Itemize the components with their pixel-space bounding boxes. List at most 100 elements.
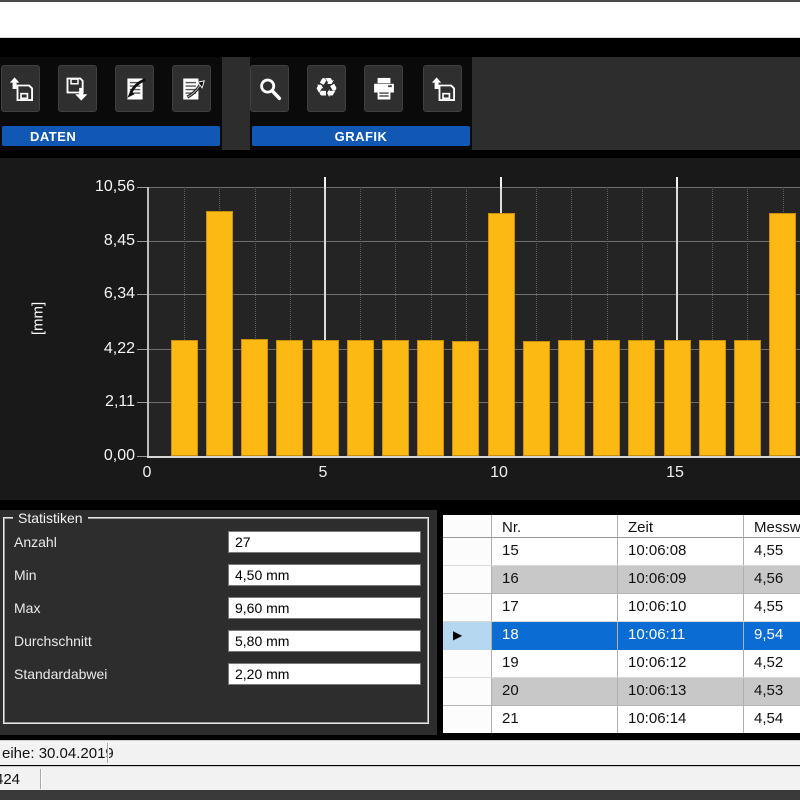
horizontal-gridline: [149, 187, 800, 188]
horizontal-gridline: [149, 241, 800, 242]
import-data-button[interactable]: [115, 65, 154, 112]
statistics-groupbox-title: Statistiken: [13, 510, 88, 526]
cell-zeit[interactable]: 10:06:12: [618, 650, 744, 677]
statistics-panel: Statistiken Anzahl27Min4,50 mmMax9,60 mm…: [0, 510, 437, 735]
stat-field-standardabwei[interactable]: 2,20 mm: [228, 663, 421, 685]
cell-nr[interactable]: 21: [492, 706, 618, 733]
window-bottom-edge: [0, 790, 800, 800]
recycle-icon: ♻: [314, 75, 338, 102]
cell-messwert[interactable]: 4,55: [744, 538, 800, 565]
stat-field-min[interactable]: 4,50 mm: [228, 564, 421, 586]
cell-messwert[interactable]: 4,52: [744, 650, 800, 677]
cell-messwert[interactable]: 4,55: [744, 594, 800, 621]
bar: [558, 340, 585, 456]
cell-messwert[interactable]: 4,53: [744, 678, 800, 705]
save-data-button[interactable]: [58, 65, 97, 112]
bar: [488, 213, 515, 456]
horizontal-gridline: [149, 294, 800, 295]
statusbar-messreihe-text: eihe: 30.04.2019: [2, 745, 114, 762]
table-row[interactable]: 1710:06:104,55: [443, 594, 800, 622]
cell-nr[interactable]: 18: [492, 622, 618, 650]
cell-zeit[interactable]: 10:06:13: [618, 678, 744, 705]
cell-nr[interactable]: 20: [492, 678, 618, 705]
export-data-button[interactable]: [172, 65, 211, 112]
row-selector-cell[interactable]: [443, 538, 492, 565]
x-axis-major-tick: [324, 177, 326, 187]
table-row[interactable]: 1910:06:124,52: [443, 650, 800, 678]
y-tick-label: 8,45: [58, 232, 135, 250]
cell-zeit[interactable]: 10:06:10: [618, 594, 744, 621]
column-header-nr[interactable]: Nr.: [492, 515, 618, 537]
stat-label-standardabwei: Standardabwei: [14, 666, 107, 682]
bar: [382, 340, 409, 456]
row-selector-cell[interactable]: [443, 594, 492, 621]
bar: [312, 340, 339, 456]
table-row[interactable]: 1610:06:094,56: [443, 566, 800, 594]
bar: [699, 340, 726, 456]
x-axis-major-tick: [500, 177, 502, 187]
y-axis-tick: [137, 241, 147, 242]
statusbar-separator: [107, 743, 109, 763]
x-tick-label: 0: [125, 464, 169, 482]
table-row[interactable]: 1510:06:084,55: [443, 538, 800, 566]
export-document-icon: [178, 75, 206, 103]
bar: [206, 211, 233, 456]
chart-panel: [mm] 0,002,114,226,348,4510,56 051015: [0, 158, 800, 500]
y-tick-label: 2,11: [58, 393, 135, 411]
column-header-zeit[interactable]: Zeit: [618, 515, 744, 537]
import-document-icon: [121, 75, 149, 103]
x-tick-label: 5: [301, 464, 345, 482]
bar-chart-plot-area: [147, 187, 800, 456]
table-row[interactable]: 2010:06:134,53: [443, 678, 800, 706]
table-header-row: Nr.ZeitMesswert: [443, 515, 800, 538]
table-row[interactable]: ▶1810:06:119,54: [443, 622, 800, 650]
bar: [276, 340, 303, 456]
cell-nr[interactable]: 15: [492, 538, 618, 565]
cell-nr[interactable]: 16: [492, 566, 618, 593]
cell-zeit[interactable]: 10:06:11: [618, 622, 744, 650]
statusbar-count-text: 424: [0, 771, 20, 788]
save-file-icon: [64, 75, 92, 103]
current-row-marker[interactable]: ▶: [443, 622, 492, 650]
cell-nr[interactable]: 17: [492, 594, 618, 621]
y-tick-label: 10,56: [58, 178, 135, 196]
cell-zeit[interactable]: 10:06:14: [618, 706, 744, 733]
bar: [347, 340, 374, 456]
row-selector-cell[interactable]: [443, 650, 492, 677]
row-selector-cell[interactable]: [443, 706, 492, 733]
print-button[interactable]: [364, 65, 403, 112]
cell-messwert[interactable]: 9,54: [744, 622, 800, 650]
y-tick-label: 6,34: [58, 285, 135, 303]
row-selector-cell[interactable]: [443, 678, 492, 705]
column-header-messwert[interactable]: Messwert: [744, 515, 800, 537]
toolbar-group-grafik: ♻: [250, 57, 472, 150]
y-tick-label: 4,22: [58, 340, 135, 358]
measurement-table-panel: Nr.ZeitMesswert1510:06:084,551610:06:094…: [437, 510, 800, 735]
export-graphic-button[interactable]: [423, 65, 462, 112]
stat-label-min: Min: [14, 567, 37, 583]
y-axis-tick: [137, 187, 147, 188]
cell-zeit[interactable]: 10:06:09: [618, 566, 744, 593]
cell-zeit[interactable]: 10:06:08: [618, 538, 744, 565]
stat-label-durchschnitt: Durchschnitt: [14, 633, 92, 649]
cell-messwert[interactable]: 4,54: [744, 706, 800, 733]
cell-nr[interactable]: 19: [492, 650, 618, 677]
bar: [523, 341, 550, 456]
stat-field-max[interactable]: 9,60 mm: [228, 597, 421, 619]
toolbar-group-daten: DATEN: [0, 57, 222, 150]
row-selector-cell[interactable]: [443, 566, 492, 593]
y-tick-label: 0,00: [58, 447, 135, 465]
load-data-button[interactable]: [1, 65, 40, 112]
load-file-icon: [429, 75, 457, 103]
bar: [769, 213, 796, 456]
x-tick-label: 10: [477, 464, 521, 482]
load-file-icon: [7, 75, 35, 103]
refresh-button[interactable]: ♻: [307, 65, 346, 112]
zoom-button[interactable]: [250, 65, 289, 112]
statusbar-count: 424: [0, 766, 800, 791]
stat-field-durchschnitt[interactable]: 5,80 mm: [228, 630, 421, 652]
cell-messwert[interactable]: 4,56: [744, 566, 800, 593]
table-row[interactable]: 2110:06:144,54: [443, 706, 800, 733]
toolbar-group-label-daten: DATEN: [2, 126, 220, 146]
stat-field-anzahl[interactable]: 27: [228, 531, 421, 553]
